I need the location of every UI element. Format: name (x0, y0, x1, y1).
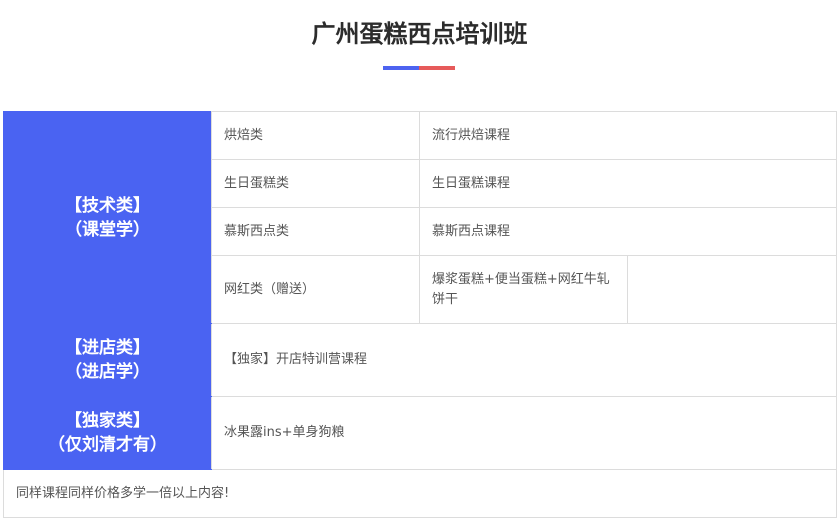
course-type-cell: 生日蛋糕类 (211, 159, 420, 208)
title-underline-blue (383, 66, 419, 70)
course-type-cell: 烘焙类 (211, 111, 420, 160)
category-store: 【进店类】 （进店学） (3, 323, 212, 397)
exclusive-course-cell: 冰果露ins+单身狗粮 (210, 396, 838, 470)
page-title: 广州蛋糕西点培训班 (311, 20, 528, 48)
empty-cell (626, 255, 838, 324)
category-technical-subtitle: （课堂学） (65, 219, 150, 240)
course-name-cell: 爆浆蛋糕+便当蛋糕+网红牛轧饼干 (419, 255, 628, 324)
category-exclusive-title: 【独家类】 (65, 411, 150, 431)
table-row: 【技术类】 （课堂学） 烘焙类 流行烘焙课程 (3, 111, 838, 324)
category-store-title: 【进店类】 (65, 338, 150, 358)
title-underline-red (419, 66, 455, 70)
footer-note: 同样课程同样价格多学一倍以上内容! (2, 469, 838, 518)
category-store-subtitle: （进店学） (65, 362, 150, 382)
page: 广州蛋糕西点培训班 【技术类】 （课堂学） 烘焙类 流行烘焙课程 生日蛋糕类 生… (0, 0, 839, 520)
course-name-cell: 流行烘焙课程 (418, 111, 838, 160)
store-course-cell: 【独家】开店特训营课程 (210, 323, 838, 397)
course-name-cell: 慕斯西点课程 (418, 207, 838, 256)
table-row: 同样课程同样价格多学一倍以上内容! (2, 469, 838, 518)
category-exclusive: 【独家类】 （仅刘清才有） (3, 396, 212, 470)
title-underline (383, 66, 455, 70)
category-technical: 【技术类】 （课堂学） (3, 111, 212, 324)
course-type-cell: 慕斯西点类 (211, 207, 420, 256)
category-technical-title: 【技术类】 (65, 195, 150, 216)
course-type-cell: 网红类（赠送） (211, 255, 420, 324)
course-table: 【技术类】 （课堂学） 烘焙类 流行烘焙课程 生日蛋糕类 生日蛋糕课程 慕斯西点… (2, 111, 838, 518)
category-exclusive-subtitle: （仅刘清才有） (48, 435, 167, 455)
table-row: 【进店类】 （进店学） 【独家】开店特训营课程 (3, 323, 838, 397)
table-row: 【独家类】 （仅刘清才有） 冰果露ins+单身狗粮 (3, 396, 838, 470)
course-name-cell: 生日蛋糕课程 (418, 159, 838, 208)
